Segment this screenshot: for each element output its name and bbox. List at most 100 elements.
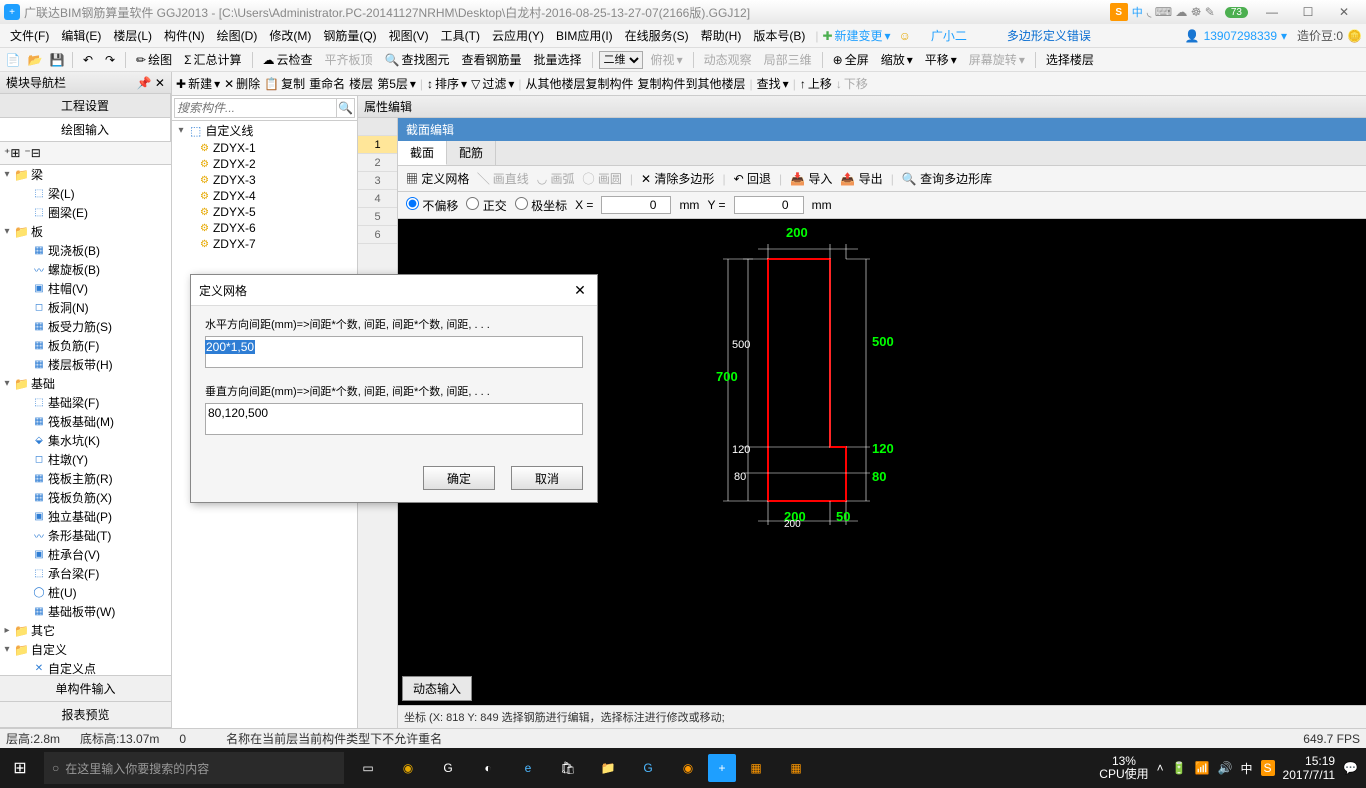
cloud-check-button[interactable]: ☁ 云检查 [259, 51, 317, 68]
move-up-button[interactable]: ↑ 上移 [800, 75, 832, 92]
menu-cloud[interactable]: 云应用(Y) [486, 25, 550, 46]
expand-icon[interactable]: ⁺⊞ [4, 146, 20, 160]
report-preview-button[interactable]: 报表预览 [0, 702, 171, 728]
explorer-icon[interactable]: 📁 [588, 748, 628, 788]
undo-button[interactable]: ↶ 回退 [734, 170, 771, 187]
menu-tools[interactable]: 工具(T) [435, 25, 486, 46]
single-member-button[interactable]: 单构件输入 [0, 676, 171, 702]
find-button[interactable]: 🔍查找图元 [381, 51, 454, 68]
dimension-select[interactable]: 二维 [599, 51, 643, 69]
copy-member-button[interactable]: 📋 复制 [264, 75, 305, 92]
open-icon[interactable]: 📂 [26, 51, 44, 69]
task-app-2[interactable]: G [428, 748, 468, 788]
store-icon[interactable]: 🛍 [548, 748, 588, 788]
menu-view[interactable]: 视图(V) [383, 25, 435, 46]
menu-modify[interactable]: 修改(M) [263, 25, 317, 46]
sogou-tray-icon[interactable]: S [1261, 760, 1275, 776]
flat-button[interactable]: 平齐板顶 [321, 51, 377, 68]
find-member-button[interactable]: 查找 ▾ [757, 75, 789, 92]
task-app-1[interactable]: ◉ [388, 748, 428, 788]
edge-icon[interactable]: e [508, 748, 548, 788]
search-polygon-button[interactable]: 🔍 查询多边形库 [902, 170, 992, 187]
collapse-icon[interactable]: ⁻⊟ [24, 146, 40, 160]
account-number[interactable]: 👤13907298339 ▾ [1185, 29, 1287, 43]
task-app-6[interactable]: + [708, 754, 736, 782]
ime-lang[interactable]: 中 [1132, 4, 1143, 20]
rotate-button[interactable]: 屏幕旋转 ▾ [965, 51, 1029, 68]
new-member-button[interactable]: ✚ 新建 ▾ [176, 75, 220, 92]
menu-rebar[interactable]: 钢筋量(Q) [317, 25, 382, 46]
new-icon[interactable]: 📄 [4, 51, 22, 69]
tray-up-icon[interactable]: ˄ [1157, 761, 1164, 775]
tab-rebar[interactable]: 配筋 [447, 141, 496, 165]
task-app-8[interactable]: ▦ [776, 748, 816, 788]
menu-online[interactable]: 在线服务(S) [619, 25, 695, 46]
undo-icon[interactable]: ↶ [79, 51, 97, 69]
start-button[interactable]: ⊞ [0, 748, 40, 788]
copy-from-button[interactable]: 从其他楼层复制构件 [525, 75, 633, 92]
move-down-button[interactable]: ↓ 下移 [836, 75, 868, 92]
dynamic-view-button[interactable]: 动态观察 [700, 51, 756, 68]
member-tree[interactable]: ▾📁梁 ⬚梁(L) ⬚圈梁(E) ▾📁板 ▦现浇板(B) 〰螺旋板(B) ▣柱帽… [0, 165, 171, 675]
draw-arc-button[interactable]: ◡ 画弧 [537, 170, 575, 187]
ok-button[interactable]: 确定 [423, 466, 495, 490]
define-grid-button[interactable]: ▦ 定义网格 [406, 170, 469, 187]
perspective-button[interactable]: 俯视 ▾ [647, 51, 687, 68]
wifi-icon[interactable]: 📶 [1195, 761, 1210, 775]
batch-select-button[interactable]: 批量选择 [530, 51, 586, 68]
minimize-button[interactable]: — [1254, 2, 1290, 22]
cancel-button[interactable]: 取消 [511, 466, 583, 490]
menu-member[interactable]: 构件(N) [158, 25, 211, 46]
maximize-button[interactable]: ☐ [1290, 2, 1326, 22]
rename-button[interactable]: 重命名 [309, 75, 345, 92]
task-app-7[interactable]: ▦ [736, 748, 776, 788]
vertical-input[interactable] [205, 403, 583, 435]
tab-section[interactable]: 截面 [398, 141, 447, 165]
menu-version[interactable]: 版本号(B) [747, 25, 811, 46]
notification-icon[interactable]: 💬 [1343, 761, 1358, 775]
tab-draw-input[interactable]: 绘图输入 [0, 118, 171, 141]
draw-circle-button[interactable]: ◯ 画圆 [583, 170, 622, 187]
y-input[interactable] [734, 196, 804, 214]
select-floor-button[interactable]: 选择楼层 [1042, 51, 1098, 68]
menu-edit[interactable]: 编辑(E) [55, 25, 107, 46]
sort-button[interactable]: ↕ 排序 ▾ [427, 75, 467, 92]
clear-polygon-button[interactable]: ✕ 清除多边形 [641, 170, 714, 187]
copy-to-button[interactable]: 复制构件到其他楼层 [638, 75, 746, 92]
redo-icon[interactable]: ↷ [101, 51, 119, 69]
export-button[interactable]: 📤 导出 [840, 170, 882, 187]
task-app-3[interactable]: ◐ [468, 748, 508, 788]
local3d-button[interactable]: 局部三维 [760, 51, 816, 68]
delete-member-button[interactable]: ✕ 删除 [224, 75, 260, 92]
menu-bim[interactable]: BIM应用(I) [550, 25, 619, 46]
taskbar-search[interactable]: ○ 在这里输入你要搜索的内容 [44, 752, 344, 784]
no-offset-radio[interactable]: 不偏移 [406, 197, 458, 214]
import-button[interactable]: 📥 导入 [790, 170, 832, 187]
tab-project-setting[interactable]: 工程设置 [0, 94, 171, 117]
menu-help[interactable]: 帮助(H) [695, 25, 748, 46]
zoom-button[interactable]: 缩放 ▾ [877, 51, 917, 68]
x-input[interactable] [601, 196, 671, 214]
draw-button[interactable]: ✏绘图 [132, 51, 176, 68]
ime-tray-icon[interactable]: 中 [1241, 760, 1253, 777]
polar-radio[interactable]: 极坐标 [515, 197, 567, 214]
pin-icon[interactable]: 📌 ✕ [137, 76, 165, 90]
menu-floor[interactable]: 楼层(L) [107, 25, 158, 46]
draw-line-button[interactable]: ╲ 画直线 [477, 170, 528, 187]
menu-file[interactable]: 文件(F) [4, 25, 55, 46]
menu-draw[interactable]: 绘图(D) [211, 25, 264, 46]
new-change-button[interactable]: ✚新建变更 ▾ [822, 27, 890, 44]
search-member-input[interactable] [174, 98, 337, 118]
save-icon[interactable]: 💾 [48, 51, 66, 69]
dialog-close-button[interactable]: ✕ [571, 281, 589, 299]
user-name[interactable]: 广小二 [931, 27, 967, 44]
dynamic-input-button[interactable]: 动态输入 [402, 676, 472, 701]
volume-icon[interactable]: 🔊 [1218, 761, 1233, 775]
search-icon[interactable]: 🔍 [337, 98, 355, 118]
task-app-4[interactable]: G [628, 748, 668, 788]
pan-button[interactable]: 平移 ▾ [921, 51, 961, 68]
fullscreen-button[interactable]: ⊕ 全屏 [829, 51, 873, 68]
ortho-radio[interactable]: 正交 [466, 197, 506, 214]
clock[interactable]: 15:192017/7/11 [1283, 754, 1336, 782]
sum-button[interactable]: Σ 汇总计算 [180, 51, 245, 68]
